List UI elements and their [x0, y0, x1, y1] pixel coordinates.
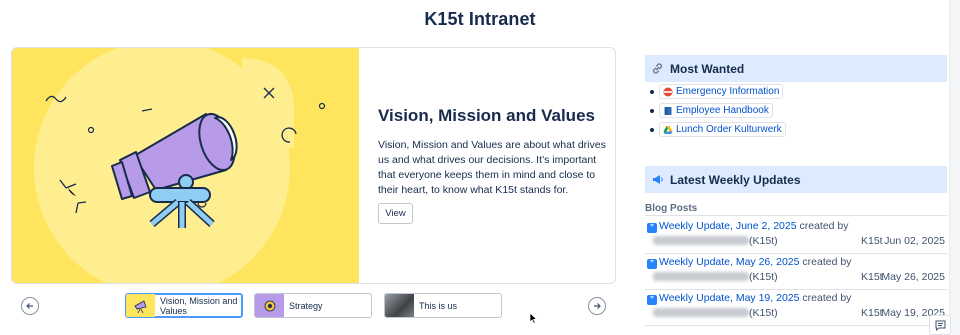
employee-handbook-link[interactable]: Employee Handbook — [659, 103, 773, 118]
page-title: K15t Intranet — [424, 9, 536, 29]
divider — [645, 253, 947, 254]
carousel-thumb-this-is-us[interactable]: This is us — [384, 293, 502, 318]
link-label: Emergency Information — [676, 86, 780, 97]
blog-post-icon: ” — [647, 259, 657, 269]
thumb-strategy-image — [255, 294, 284, 317]
emergency-information-link[interactable]: Emergency Information — [659, 84, 784, 99]
blog-post-icon: ” — [647, 295, 657, 305]
blog-post-link[interactable]: Weekly Update, May 19, 2025 — [659, 292, 799, 304]
bullet — [650, 108, 654, 113]
page-scrollbar[interactable] — [949, 0, 960, 335]
link-label: Lunch Order Kulturwerk — [676, 124, 782, 135]
author-space: (K15t) — [749, 235, 778, 247]
comment-icon — [935, 320, 945, 331]
most-wanted-header: Most Wanted — [645, 55, 947, 82]
table-row: ” Weekly Update, June 2, 2025 created by… — [645, 220, 947, 254]
table-row: ” Weekly Update, May 19, 2025 created by… — [645, 292, 947, 326]
space-name[interactable]: K15t — [861, 307, 883, 319]
author-space: (K15t) — [749, 271, 778, 283]
carousel-thumb-vision[interactable]: Vision, Mission and Values — [125, 293, 243, 318]
thumb-label: This is us — [419, 300, 458, 311]
arrow-right-icon — [594, 303, 601, 309]
weekly-updates-header: Latest Weekly Updates — [645, 166, 947, 193]
carousel-thumb-strategy[interactable]: Strategy — [254, 293, 372, 318]
arrow-left-icon — [26, 303, 33, 309]
feedback-button[interactable] — [929, 315, 951, 335]
list-item: Employee Handbook — [650, 101, 786, 120]
post-date: Jun 02, 2025 — [884, 235, 945, 247]
thumb-label: Strategy — [289, 300, 323, 311]
telescope-illustration — [12, 48, 359, 283]
author-space: (K15t) — [749, 307, 778, 319]
carousel-next-button[interactable] — [588, 297, 606, 315]
table-row: ” Weekly Update, May 26, 2025 created by… — [645, 256, 947, 290]
created-by-label: created by — [802, 292, 852, 304]
link-icon — [652, 63, 663, 74]
thumb-label: Vision, Mission and Values — [160, 295, 238, 316]
divider — [645, 215, 947, 216]
mouse-cursor-icon — [529, 312, 538, 324]
space-name[interactable]: K15t — [861, 271, 883, 283]
bullet — [650, 127, 654, 132]
slide-title: Vision, Mission and Values — [378, 106, 595, 125]
list-item: Emergency Information — [650, 82, 786, 101]
post-date: May 26, 2025 — [881, 271, 945, 283]
slide-description: Vision, Mission and Values are about wha… — [378, 139, 606, 196]
list-item: Lunch Order Kulturwerk — [650, 120, 786, 139]
thumb-team-photo — [385, 294, 414, 317]
blog-posts-label: Blog Posts — [645, 203, 698, 214]
most-wanted-list: Emergency Information Employee Handbook … — [650, 82, 786, 139]
thumb-telescope-image — [126, 294, 155, 317]
weekly-updates-title: Latest Weekly Updates — [670, 172, 801, 187]
megaphone-icon — [653, 175, 663, 184]
view-button[interactable]: View — [378, 203, 413, 224]
author-name-redacted — [653, 236, 749, 245]
carousel-prev-button[interactable] — [21, 297, 39, 315]
blog-post-icon: ” — [647, 223, 657, 233]
book-icon — [664, 106, 672, 115]
emergency-icon — [663, 87, 673, 96]
author-name-redacted — [653, 308, 749, 317]
created-by-label: created by — [802, 256, 852, 268]
divider — [645, 325, 947, 326]
carousel-slide: Vision, Mission and Values Vision, Missi… — [11, 47, 616, 284]
divider — [645, 289, 947, 290]
space-name[interactable]: K15t — [861, 235, 883, 247]
author-name-redacted — [653, 272, 749, 281]
link-label: Employee Handbook — [676, 105, 769, 116]
created-by-label: created by — [799, 220, 849, 232]
blog-post-link[interactable]: Weekly Update, May 26, 2025 — [659, 256, 799, 268]
bullet — [650, 89, 654, 94]
lunch-order-link[interactable]: Lunch Order Kulturwerk — [659, 122, 786, 137]
most-wanted-title: Most Wanted — [670, 61, 745, 76]
google-drive-icon — [663, 125, 673, 134]
blog-post-link[interactable]: Weekly Update, June 2, 2025 — [659, 220, 797, 232]
